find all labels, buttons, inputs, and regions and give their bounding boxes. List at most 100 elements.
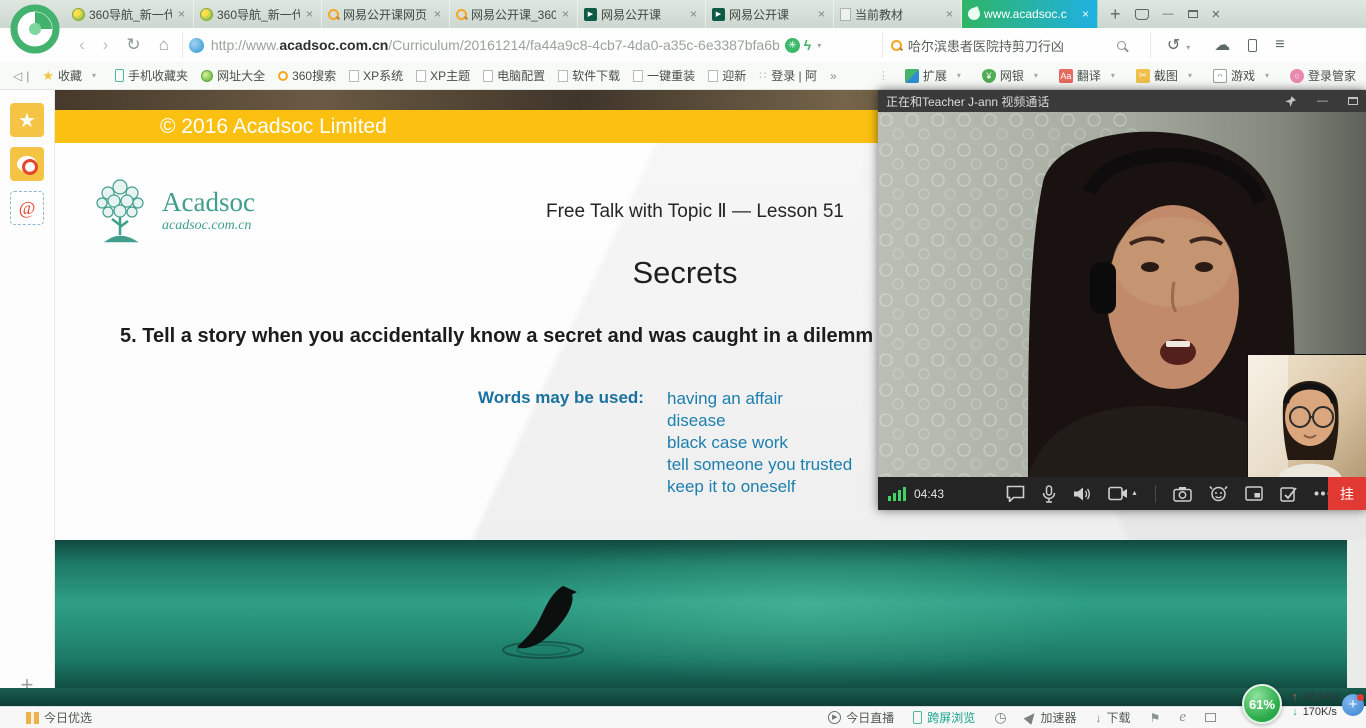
hangup-button[interactable]: 挂 [1328,477,1366,510]
search-input[interactable]: 哈尔滨患者医院持剪刀行凶 [882,32,1134,58]
word-item: disease [667,410,852,432]
pip-layout-icon[interactable] [1245,486,1263,501]
back-icon[interactable]: ‹ [70,35,94,55]
bookmark-xp-theme[interactable]: XP主题 [416,67,470,84]
toolbar-login-manager[interactable]: ○登录管家 [1290,67,1356,84]
download-arrow-icon: ↓ [1292,705,1298,720]
bookmark-favorites[interactable]: ★收藏▾ [42,67,102,84]
menu-icon[interactable]: ≡ [1275,36,1284,54]
word-item: black case work [667,432,852,454]
today-picks-item[interactable]: 今日优选 [26,709,92,726]
home-icon[interactable]: ⌂ [150,35,178,55]
bookmark-one-key-reinstall[interactable]: 一键重装 [633,67,695,84]
accelerator-item[interactable]: 加速器 [1026,709,1077,726]
speaker-icon[interactable] [1073,486,1091,502]
pin-icon[interactable] [1284,95,1297,108]
self-video-frame [1248,355,1366,477]
camera-icon[interactable] [1108,486,1128,501]
beauty-filter-icon[interactable] [1209,485,1228,502]
collapse-sidebar-icon[interactable]: ◁| [13,69,29,83]
tab-close-icon[interactable]: × [1080,7,1091,21]
minimize-call-icon[interactable]: — [1317,95,1328,107]
bookmark-xp-system[interactable]: XP系统 [349,67,403,84]
rocket-icon [1023,710,1038,725]
tab-open-course-1[interactable]: 网易公开课 × [578,0,706,28]
weibo-share-button[interactable] [10,147,44,181]
mic-icon[interactable] [1042,485,1056,503]
tab-open-course-360[interactable]: 网易公开课_360 × [450,0,578,28]
toolbar-translate[interactable]: Aa翻译▾ [1059,67,1121,84]
bookmark-welcome[interactable]: 迎新 [708,67,746,84]
tab-current-textbook[interactable]: 当前教材 × [834,0,962,28]
refresh-icon[interactable]: ↻ [117,35,149,55]
window-mode-icon[interactable] [1205,713,1216,722]
tab-acadsoc-active[interactable]: www.acadsoc.c × [962,0,1098,28]
chevron-down-icon[interactable]: ▾ [817,41,821,50]
video-call-titlebar[interactable]: 正在和Teacher J-ann 视频通话 — [878,90,1366,112]
notes-icon[interactable] [1280,486,1297,502]
doc-icon [840,8,851,21]
acceleration-ball[interactable]: 61% [1242,684,1282,724]
favorites-star-button[interactable]: ★ [10,103,44,137]
tab-open-course-2[interactable]: 网易公开课 × [706,0,834,28]
tab-close-icon[interactable]: × [560,7,571,21]
tab-close-icon[interactable]: × [944,7,955,21]
tab-close-icon[interactable]: × [176,7,187,21]
ie-compat-icon[interactable]: e [1179,709,1186,726]
url-field[interactable]: http://www.acadsoc.com.cn/Curriculum/201… [182,32,882,58]
timer-icon[interactable]: ◷ [994,709,1006,726]
acadsoc-logo: Acadsoc acadsoc.com.cn [90,173,255,247]
snapshot-icon[interactable] [1173,486,1192,502]
close-window-button[interactable]: × [1212,6,1221,23]
bookmark-login[interactable]: ∷登录 | 阿 [759,67,817,84]
shield-icon: ¥ [982,69,996,83]
url-prefix: http://www. [211,37,279,53]
bookmark-pc-config[interactable]: 电脑配置 [483,67,545,84]
toolbar-bank[interactable]: ¥网银▾ [982,67,1044,84]
toolbar-extensions[interactable]: 扩展▾ [905,67,967,84]
live-today-item[interactable]: ▶今日直播 [828,709,894,726]
maximize-call-icon[interactable] [1348,97,1358,105]
tab-360-nav-2[interactable]: 360导航_新一代 × [194,0,322,28]
tab-close-icon[interactable]: × [816,7,827,21]
tab-open-course-web[interactable]: 网易公开课网页 × [322,0,450,28]
minimize-button[interactable]: — [1163,8,1174,20]
mobile-icon[interactable] [1248,39,1257,52]
new-tab-button[interactable]: + [1110,4,1121,25]
bookmark-mobile-favorites[interactable]: 手机收藏夹 [115,67,188,84]
lightning-icon[interactable]: ϟ [804,37,811,53]
tab-360-nav-1[interactable]: 360导航_新一代 × [66,0,194,28]
camera-options-icon[interactable]: ▲ [1131,490,1138,497]
toolbar-screenshot[interactable]: ✂截图▾ [1136,67,1198,84]
self-video[interactable] [1247,354,1366,477]
tab-close-icon[interactable]: × [304,7,315,21]
tab-close-icon[interactable]: × [432,7,443,21]
cloud-sync-icon[interactable]: ☁ [1214,35,1230,55]
side-toolbar: ★ @ + [0,90,55,698]
page-icon [558,70,568,82]
cross-screen-item[interactable]: 跨屏浏览 [913,709,975,726]
gamepad-icon: ᴖ [1213,69,1227,83]
chat-icon[interactable] [1006,485,1025,502]
download-item[interactable]: ↓下载 [1096,709,1131,726]
theme-skin-icon[interactable] [1135,9,1149,20]
tab-close-icon[interactable]: × [688,7,699,21]
bookmark-360-search[interactable]: 360搜索 [278,67,336,84]
mail-share-button[interactable]: @ [10,191,44,225]
page-icon [708,70,718,82]
speed-mode-icon[interactable]: ✳ [785,38,800,53]
network-speeds: ↑42.1K/s ↓170K/s [1292,690,1340,720]
browser-logo-icon[interactable] [8,2,62,56]
history-icon[interactable]: ↺▾ [1167,35,1196,55]
screenshot-icon: ✂ [1136,69,1150,83]
forward-icon[interactable]: › [94,35,118,55]
flag-icon[interactable]: ⚑ [1150,711,1161,725]
search-go-icon[interactable] [1117,41,1126,50]
add-widget-button[interactable]: + [1342,694,1364,716]
tab-label: 网易公开课网页 [343,6,428,23]
bookmark-software-download[interactable]: 软件下载 [558,67,620,84]
maximize-button[interactable] [1188,10,1198,18]
toolbar-games[interactable]: ᴖ游戏▾ [1213,67,1275,84]
bookmark-site-directory[interactable]: 网址大全 [201,67,265,84]
bookmarks-overflow-icon[interactable]: » [830,69,837,83]
